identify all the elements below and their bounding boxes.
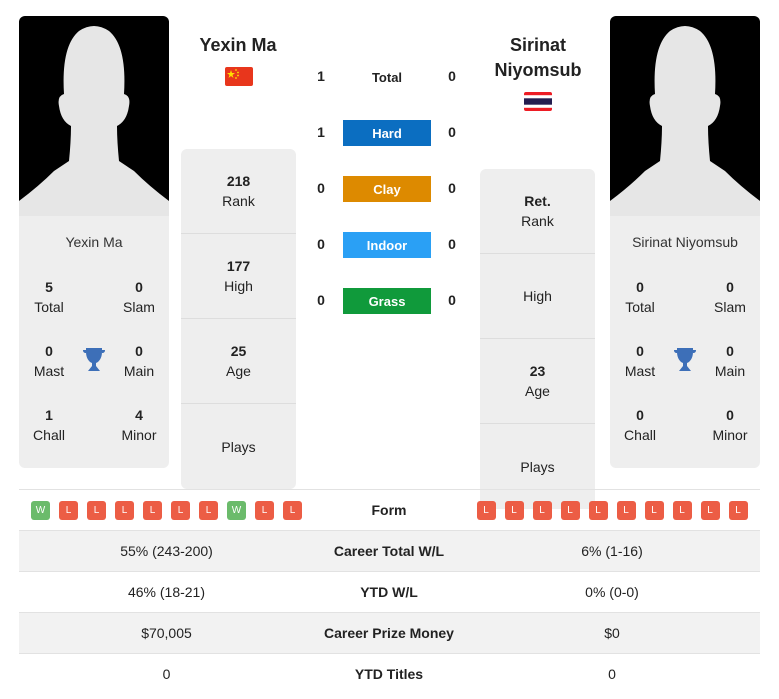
trophy-icon <box>82 347 106 373</box>
form-badge-loss[interactable]: L <box>560 500 580 520</box>
form-badge-loss[interactable]: L <box>588 500 608 520</box>
player2-total-titles: 0 Total <box>625 279 655 315</box>
table-row: $70,005 Career Prize Money $0 <box>19 612 760 653</box>
h2h-hard-player2: 0 <box>448 124 456 140</box>
player1-card-name: Yexin Ma <box>65 234 123 250</box>
h2h-clay-player1: 0 <box>317 180 325 196</box>
player1-chall-titles: 1 Chall <box>33 407 65 443</box>
player1-rank: 218 Rank <box>181 149 296 234</box>
player2-photo <box>610 16 760 216</box>
player2-form: LLLLLLLLLL <box>464 500 760 520</box>
row-label: YTD W/L <box>360 584 418 600</box>
player1-value: 55% (243-200) <box>120 543 213 559</box>
form-badge-loss[interactable]: L <box>532 500 552 520</box>
player1-main-titles: 0 Main <box>123 343 155 379</box>
player2-value: 6% (1-16) <box>581 543 643 559</box>
silhouette-icon <box>610 26 760 216</box>
player1-name[interactable]: Yexin Ma <box>168 33 308 58</box>
player1-value: 46% (18-21) <box>127 584 206 600</box>
player2-value: 0% (0-0) <box>585 584 639 600</box>
form-badge-loss[interactable]: L <box>476 500 496 520</box>
form-badge-loss[interactable]: L <box>283 500 302 520</box>
form-badge-loss[interactable]: L <box>616 500 636 520</box>
h2h-grass-player2: 0 <box>448 292 456 308</box>
form-badge-loss[interactable]: L <box>171 500 190 520</box>
form-label: Form <box>371 502 407 518</box>
form-badge-loss[interactable]: L <box>143 500 162 520</box>
h2h-total-player1: 1 <box>317 68 325 84</box>
h2h-total-player2: 0 <box>448 68 456 84</box>
player1-stats-panel: 218 Rank 177 High 25 Age Plays <box>181 149 296 489</box>
form-badge-loss[interactable]: L <box>700 500 720 520</box>
form-badge-win[interactable]: W <box>227 500 246 520</box>
player1-value: 0 <box>162 666 171 682</box>
player2-slam-titles: 0 Slam <box>714 279 746 315</box>
table-row: 46% (18-21) YTD W/L 0% (0-0) <box>19 571 760 612</box>
player2-minor-titles: 0 Minor <box>712 407 748 443</box>
player2-high: High <box>480 254 595 339</box>
thailand-flag-icon <box>524 92 552 111</box>
player1-total-titles: 5 Total <box>34 279 64 315</box>
form-badge-loss[interactable]: L <box>255 500 274 520</box>
player2-age: 23 Age <box>480 339 595 424</box>
form-badge-loss[interactable]: L <box>644 500 664 520</box>
china-flag-icon <box>225 67 253 86</box>
player2-rank: Ret. Rank <box>480 169 595 254</box>
player2-stats-panel: Ret. Rank High 23 Age Plays <box>480 169 595 509</box>
surface-clay-label: Clay <box>343 176 431 202</box>
form-badge-loss[interactable]: L <box>199 500 218 520</box>
form-badge-win[interactable]: W <box>31 500 50 520</box>
player2-card-name: Sirinat Niyomsub <box>632 234 738 250</box>
row-label: Career Prize Money <box>324 625 454 641</box>
player2-value: $0 <box>604 625 620 641</box>
player1-slam-titles: 0 Slam <box>123 279 155 315</box>
form-badge-loss[interactable]: L <box>87 500 106 520</box>
row-label: YTD Titles <box>354 666 424 682</box>
player2-value: 0 <box>608 666 616 682</box>
player2-name-text: Sirinat Niyomsub <box>494 35 582 80</box>
h2h-indoor-player2: 0 <box>448 236 456 252</box>
table-row: 0 YTD Titles 0 <box>19 653 760 694</box>
player1-plays: Plays <box>221 438 256 455</box>
trophy-icon <box>673 347 697 373</box>
player1-mast-titles: 0 Mast <box>33 343 65 379</box>
comparison-table: WLLLLLLWLL Form LLLLLLLLLL 55% (243-200)… <box>19 489 760 694</box>
player2-main-titles: 0 Main <box>714 343 746 379</box>
form-badge-loss[interactable]: L <box>115 500 134 520</box>
surface-total-label: Total <box>371 69 403 85</box>
surface-hard-label: Hard <box>343 120 431 146</box>
player2-name[interactable]: Sirinat Niyomsub <box>468 33 608 83</box>
h2h-indoor-player1: 0 <box>317 236 325 252</box>
h2h-grass-player1: 0 <box>317 292 325 308</box>
form-badge-loss[interactable]: L <box>672 500 692 520</box>
silhouette-icon <box>19 26 169 216</box>
player1-high: 177 High <box>181 234 296 319</box>
row-label: Career Total W/L <box>333 543 445 559</box>
h2h-hard-player1: 1 <box>317 124 325 140</box>
table-row: 55% (243-200) Career Total W/L 6% (1-16) <box>19 530 760 571</box>
player1-minor-titles: 4 Minor <box>121 407 157 443</box>
h2h-clay-player2: 0 <box>448 180 456 196</box>
form-badge-loss[interactable]: L <box>504 500 524 520</box>
form-badge-loss[interactable]: L <box>728 500 748 520</box>
player1-value: $70,005 <box>141 625 192 641</box>
form-row: WLLLLLLWLL Form LLLLLLLLLL <box>19 489 760 530</box>
player1-form: WLLLLLLWLL <box>19 500 314 520</box>
player1-photo <box>19 16 169 216</box>
player2-mast-titles: 0 Mast <box>624 343 656 379</box>
form-badge-loss[interactable]: L <box>59 500 78 520</box>
player2-chall-titles: 0 Chall <box>624 407 656 443</box>
player1-age: 25 Age <box>181 319 296 404</box>
surface-indoor-label: Indoor <box>343 232 431 258</box>
surface-grass-label: Grass <box>343 288 431 314</box>
